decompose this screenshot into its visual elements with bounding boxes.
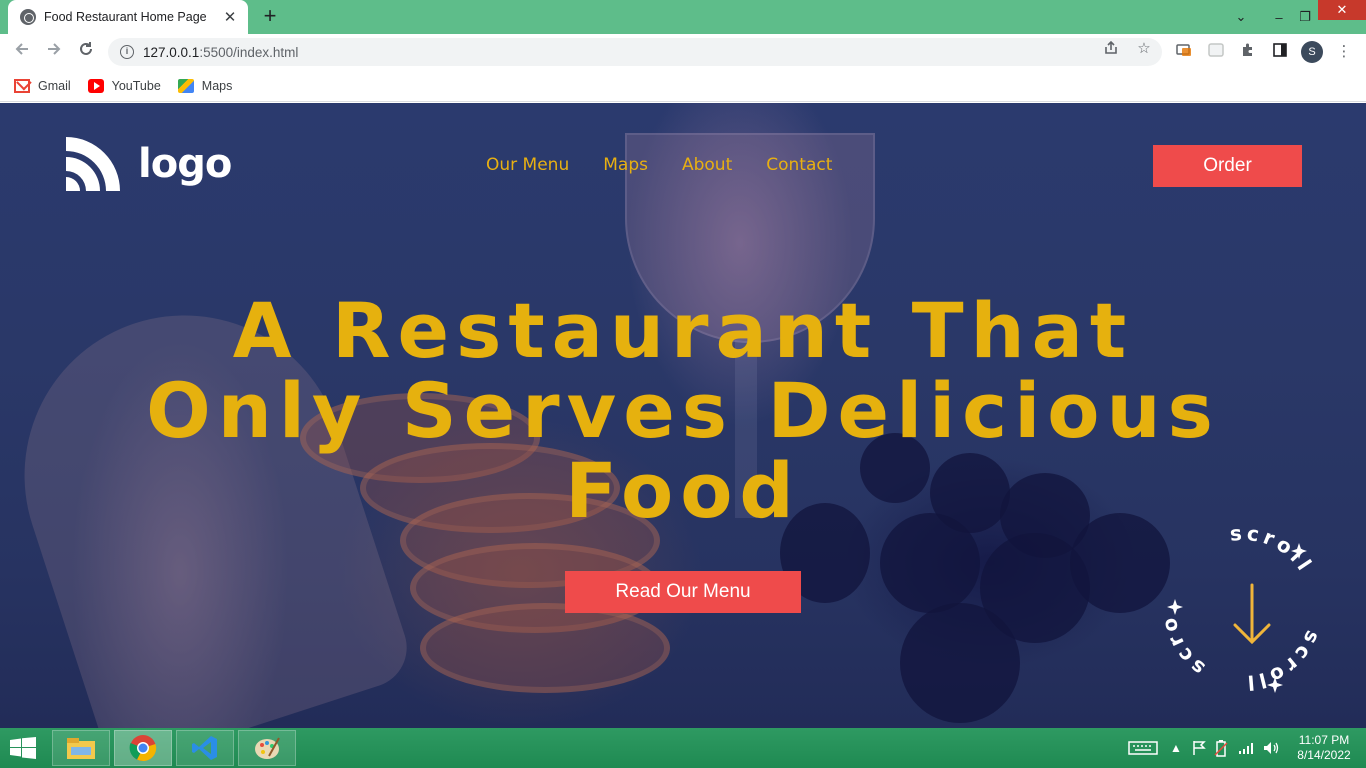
scroll-text-top: scroll [1229,521,1315,578]
side-panel-icon[interactable] [1270,42,1290,62]
address-bar[interactable]: i 127.0.0.1:5500/index.html [108,38,1162,66]
chrome-taskbar-button[interactable] [114,730,172,766]
windows-start-icon[interactable] [10,737,36,759]
maps-icon [177,78,194,93]
url-text: 127.0.0.1:5500/index.html [143,44,299,60]
minimize-button[interactable]: – [1266,0,1292,34]
clock-date: 8/14/2022 [1297,748,1351,762]
share-icon[interactable] [1102,40,1120,58]
windows-taskbar: ▲ 11:07 PM 8/14/2022 [0,728,1366,768]
read-menu-button[interactable]: Read Our Menu [565,571,801,613]
bookmark-youtube[interactable]: YouTube [87,78,161,93]
new-tab-button[interactable]: + [258,5,282,29]
forward-arrow-icon[interactable] [42,40,66,64]
nav-link-our-menu[interactable]: Our Menu [486,155,569,175]
youtube-icon [87,78,104,93]
network-signal-icon[interactable] [1238,728,1256,768]
background-orange-slice [420,603,670,693]
clock-time: 11:07 PM [1298,733,1350,747]
touch-keyboard-icon[interactable] [1128,728,1158,768]
gmail-icon [14,78,30,93]
order-button[interactable]: Order [1153,145,1302,187]
scroll-text-bottom: scroll [1153,513,1205,681]
close-window-button[interactable]: ✕ [1318,0,1366,20]
vscode-taskbar-button[interactable] [176,730,234,766]
bookmark-gmail[interactable]: Gmail [14,78,71,93]
taskbar-clock[interactable]: 11:07 PM 8/14/2022 [1290,733,1358,763]
headline-line-1: A Restaurant That [232,286,1134,375]
tab-close-icon[interactable]: ✕ [222,8,238,26]
nav-link-about[interactable]: About [682,155,732,175]
bookmarks-bar: Gmail YouTube Maps [0,70,1366,102]
site-info-icon[interactable]: i [120,45,134,59]
folder-icon [67,738,95,759]
site-logo[interactable]: logo [64,135,232,193]
action-center-flag-icon[interactable] [1192,728,1206,768]
reload-icon[interactable] [74,40,98,64]
tab-search-chevron-down-icon[interactable]: ⌄ [1228,0,1254,34]
hero-headline: A Restaurant That Only Serves Delicious … [0,291,1366,531]
svg-text:scroll: scroll [1153,513,1209,681]
tab-title: Food Restaurant Home Page [44,10,207,24]
browser-toolbar: i 127.0.0.1:5500/index.html ☆ S ⋮ [0,34,1366,70]
nav-link-contact[interactable]: Contact [766,155,832,175]
maximize-button[interactable]: ❐ [1292,0,1318,34]
show-hidden-icons-chevron-up-icon[interactable]: ▲ [1170,728,1182,768]
vscode-icon [192,736,217,760]
extension-blank-icon[interactable] [1206,42,1226,62]
main-nav: Our Menu Maps About Contact [486,155,866,175]
paint-taskbar-button[interactable] [238,730,296,766]
logo-mark-icon [66,137,120,191]
svg-text:scroll: scroll [1229,521,1319,578]
paint-palette-icon [255,737,280,759]
browser-tab[interactable]: Food Restaurant Home Page ✕ [8,0,248,34]
volume-speaker-icon[interactable] [1262,728,1280,768]
battery-icon[interactable] [1214,728,1228,768]
bookmark-star-icon[interactable]: ☆ [1135,40,1153,58]
more-menu-icon[interactable]: ⋮ [1334,42,1354,62]
chrome-icon [129,735,157,762]
back-arrow-icon[interactable] [10,40,34,64]
file-explorer-taskbar-button[interactable] [52,730,110,766]
arrow-down-icon [1233,583,1271,645]
scroll-badge[interactable]: scroll scroll scroll [1153,513,1333,703]
tab-strip: Food Restaurant Home Page ✕ + ⌄ – ❐ ✕ [0,0,1366,34]
background-grape [900,603,1020,723]
bookmark-maps[interactable]: Maps [177,78,232,93]
headline-line-2: Only Serves Delicious [146,366,1220,455]
profile-avatar[interactable]: S [1301,41,1323,63]
logo-text: logo [138,141,232,187]
globe-icon [20,9,36,25]
extension-screen-icon[interactable] [1174,42,1194,62]
puzzle-extensions-icon[interactable] [1238,42,1258,62]
hero-section: logo Our Menu Maps About Contact Order A… [0,103,1366,728]
nav-link-maps[interactable]: Maps [603,155,648,175]
